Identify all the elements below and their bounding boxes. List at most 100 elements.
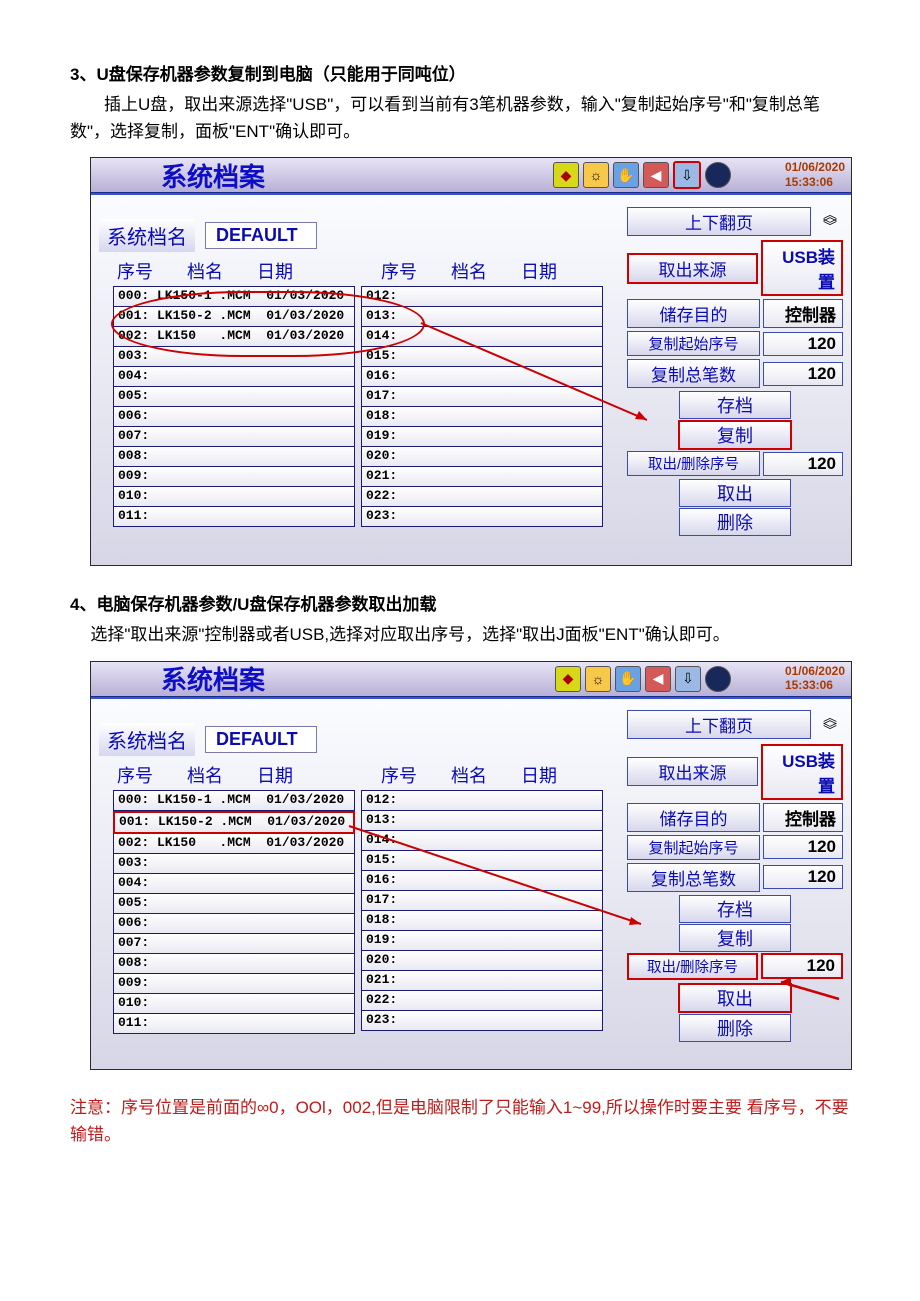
file-row[interactable]: 008: xyxy=(113,954,355,974)
file-row[interactable]: 004: xyxy=(113,874,355,894)
source-button[interactable]: 取出来源 xyxy=(627,253,758,284)
copy-count-button[interactable]: 复制总笔数 xyxy=(627,359,760,388)
file-row[interactable]: 012: xyxy=(361,790,603,811)
file-row[interactable]: 009: xyxy=(113,974,355,994)
load-button[interactable]: 取出 xyxy=(678,983,792,1013)
hmi-clock: 01/06/202015:33:06 xyxy=(785,664,845,693)
source-button[interactable]: 取出来源 xyxy=(627,757,758,786)
file-row[interactable]: 021: xyxy=(361,467,603,487)
file-row[interactable]: 020: xyxy=(361,951,603,971)
copy-count-value[interactable]: 120 xyxy=(763,362,843,386)
file-row[interactable]: 009: xyxy=(113,467,355,487)
file-row[interactable]: 007: xyxy=(113,427,355,447)
bell-icon[interactable]: ☼ xyxy=(585,666,611,692)
save-button[interactable]: 存档 xyxy=(679,895,791,923)
file-row[interactable]: 016: xyxy=(361,367,603,387)
copy-button[interactable]: 复制 xyxy=(679,924,791,952)
copy-count-value[interactable]: 120 xyxy=(763,865,843,889)
file-row[interactable]: 014: xyxy=(361,831,603,851)
dest-value[interactable]: 控制器 xyxy=(763,299,843,328)
file-row[interactable]: 014: xyxy=(361,327,603,347)
hand-icon[interactable]: ✋ xyxy=(613,162,639,188)
copy-button[interactable]: 复制 xyxy=(678,420,792,450)
copy-start-button[interactable]: 复制起始序号 xyxy=(627,331,760,356)
hand-icon[interactable]: ✋ xyxy=(615,666,641,692)
file-row[interactable]: 013: xyxy=(361,811,603,831)
delete-button[interactable]: 删除 xyxy=(679,1014,791,1042)
usb-icon[interactable]: ⇩ xyxy=(675,666,701,692)
file-row[interactable]: 011: xyxy=(113,1014,355,1034)
file-row[interactable]: 011: xyxy=(113,507,355,527)
file-row[interactable]: 017: xyxy=(361,891,603,911)
file-row[interactable]: 018: xyxy=(361,407,603,427)
file-row[interactable]: 019: xyxy=(361,427,603,447)
file-row[interactable]: 018: xyxy=(361,911,603,931)
file-list-a[interactable]: 000: LK150-1 .MCM 01/03/2020 001: LK150-… xyxy=(113,790,355,1034)
horn-icon[interactable]: ◀ xyxy=(643,162,669,188)
page-button[interactable]: 上下翻页 xyxy=(627,207,811,236)
file-row[interactable]: 022: xyxy=(361,487,603,507)
bell-icon[interactable]: ☼ xyxy=(583,162,609,188)
file-row[interactable]: 003: xyxy=(113,854,355,874)
file-row[interactable]: 021: xyxy=(361,971,603,991)
page-arrows-icon[interactable]: ︽︾ xyxy=(817,709,843,741)
file-row[interactable]: 003: xyxy=(113,347,355,367)
horn-icon[interactable]: ◀ xyxy=(645,666,671,692)
dest-button[interactable]: 储存目的 xyxy=(627,803,760,832)
index-button[interactable]: 取出/删除序号 xyxy=(627,953,758,980)
file-row[interactable]: 005: xyxy=(113,387,355,407)
file-list-b[interactable]: 012: 013: 014: 015: 016: 017: 018: 019: … xyxy=(361,286,603,527)
file-row[interactable]: 000: LK150-1 .MCM 01/03/2020 xyxy=(113,790,355,811)
file-row[interactable]: 022: xyxy=(361,991,603,1011)
save-button[interactable]: 存档 xyxy=(679,391,791,419)
shield-icon[interactable]: ◆ xyxy=(553,162,579,188)
copy-count-button[interactable]: 复制总笔数 xyxy=(627,863,760,892)
file-row[interactable]: 019: xyxy=(361,931,603,951)
file-row[interactable]: 001: LK150-2 .MCM 01/03/2020 xyxy=(113,307,355,327)
file-row[interactable]: 004: xyxy=(113,367,355,387)
file-name-field[interactable]: DEFAULT xyxy=(205,222,317,249)
index-button[interactable]: 取出/删除序号 xyxy=(627,451,760,476)
copy-start-value[interactable]: 120 xyxy=(763,835,843,859)
dest-value[interactable]: 控制器 xyxy=(763,803,843,832)
file-row[interactable]: 015: xyxy=(361,851,603,871)
file-list-b[interactable]: 012: 013: 014: 015: 016: 017: 018: 019: … xyxy=(361,790,603,1034)
usb-icon[interactable]: ⇩ xyxy=(673,161,701,189)
file-row[interactable]: 015: xyxy=(361,347,603,367)
file-row[interactable]: 002: LK150 .MCM 01/03/2020 xyxy=(113,834,355,854)
file-row[interactable]: 020: xyxy=(361,447,603,467)
file-row[interactable]: 023: xyxy=(361,1011,603,1031)
load-button[interactable]: 取出 xyxy=(679,479,791,507)
page-button[interactable]: 上下翻页 xyxy=(627,710,811,739)
file-row[interactable]: 012: xyxy=(361,286,603,307)
file-row[interactable]: 013: xyxy=(361,307,603,327)
file-row[interactable]: 005: xyxy=(113,894,355,914)
delete-button[interactable]: 删除 xyxy=(679,508,791,536)
file-name-field[interactable]: DEFAULT xyxy=(205,726,317,753)
file-row[interactable]: 010: xyxy=(113,487,355,507)
page-arrows-icon[interactable]: ︽︾ xyxy=(817,205,843,237)
index-value[interactable]: 120 xyxy=(763,452,843,476)
source-value[interactable]: USB装置 xyxy=(761,744,843,800)
file-row[interactable]: 002: LK150 .MCM 01/03/2020 xyxy=(113,327,355,347)
file-row[interactable]: 006: xyxy=(113,407,355,427)
copy-start-button[interactable]: 复制起始序号 xyxy=(627,835,760,860)
file-row[interactable]: 023: xyxy=(361,507,603,527)
index-value[interactable]: 120 xyxy=(761,953,843,979)
file-row-selected[interactable]: 001: LK150-2 .MCM 01/03/2020 xyxy=(113,811,355,834)
dot-icon[interactable] xyxy=(705,162,731,188)
file-list-a[interactable]: 000: LK150-1 .MCM 01/03/2020 001: LK150-… xyxy=(113,286,355,527)
shield-icon[interactable]: ◆ xyxy=(555,666,581,692)
dest-button[interactable]: 储存目的 xyxy=(627,299,760,328)
file-row[interactable]: 006: xyxy=(113,914,355,934)
file-row[interactable]: 016: xyxy=(361,871,603,891)
file-row[interactable]: 008: xyxy=(113,447,355,467)
file-row[interactable]: 007: xyxy=(113,934,355,954)
dot-icon[interactable] xyxy=(705,666,731,692)
source-value[interactable]: USB装置 xyxy=(761,240,843,296)
file-row[interactable]: 010: xyxy=(113,994,355,1014)
section3-heading: 3、U盘保存机器参数复制到电脑（只能用于同吨位） xyxy=(70,60,850,85)
copy-start-value[interactable]: 120 xyxy=(763,332,843,356)
file-row[interactable]: 017: xyxy=(361,387,603,407)
file-row[interactable]: 000: LK150-1 .MCM 01/03/2020 xyxy=(113,286,355,307)
